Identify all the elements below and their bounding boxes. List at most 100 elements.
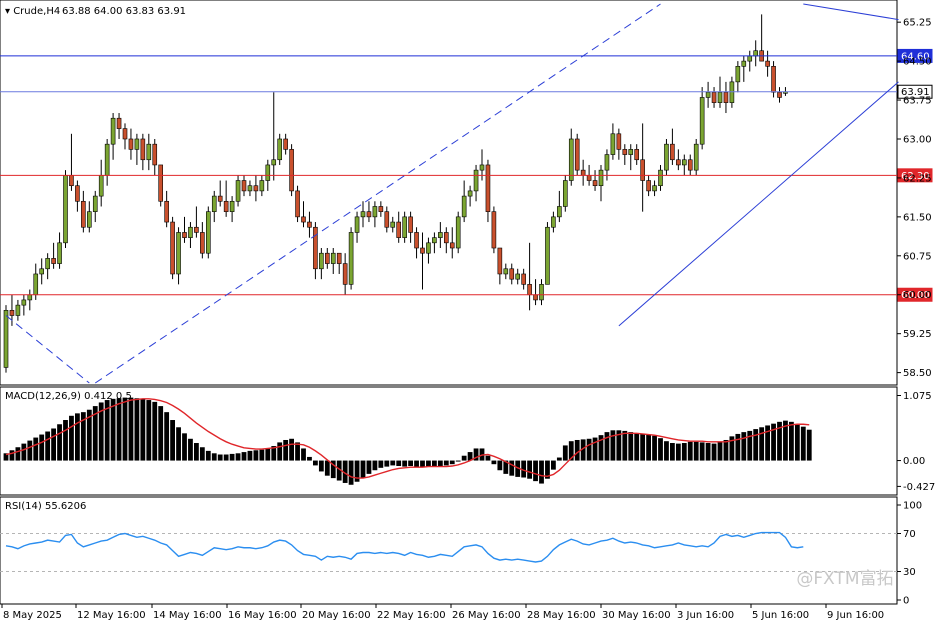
candle-body bbox=[45, 258, 50, 270]
candle-body bbox=[57, 242, 62, 264]
candle-body bbox=[455, 216, 461, 249]
candle-body bbox=[253, 185, 259, 192]
macd-tick-label: 0.00 bbox=[903, 456, 925, 467]
macd-bar bbox=[283, 439, 289, 461]
macd-bar bbox=[800, 426, 806, 461]
macd-bar bbox=[640, 433, 646, 461]
macd-bar bbox=[681, 443, 687, 461]
macd-bar bbox=[9, 450, 15, 461]
macd-bar bbox=[217, 454, 223, 461]
price-tick-label: 61.50 bbox=[903, 212, 932, 223]
candle-body bbox=[735, 66, 741, 83]
macd-bar bbox=[170, 420, 175, 461]
macd-tick-label: 1.075 bbox=[903, 391, 932, 402]
macd-bar bbox=[491, 460, 497, 465]
macd-bar bbox=[140, 398, 146, 461]
candle-body bbox=[616, 133, 622, 150]
macd-bar bbox=[295, 442, 300, 461]
macd-bar bbox=[497, 460, 503, 471]
candle-body bbox=[729, 81, 735, 103]
candle-body bbox=[372, 206, 378, 218]
price-tick-label: 59.25 bbox=[903, 329, 932, 340]
macd-bar bbox=[735, 433, 741, 461]
price-tick-label: 65.25 bbox=[903, 18, 932, 29]
macd-bar bbox=[426, 460, 431, 467]
chart-title-text: Crude,H4 bbox=[13, 6, 60, 17]
macd-bar bbox=[432, 460, 437, 467]
macd-tick-label: -0.427 bbox=[903, 482, 935, 493]
candle-body bbox=[9, 310, 15, 316]
candle-body bbox=[271, 159, 277, 166]
candle-body bbox=[443, 232, 449, 244]
rsi-tick-label: 30 bbox=[903, 567, 916, 578]
candle-body bbox=[777, 91, 782, 98]
candle-body bbox=[557, 206, 562, 218]
macd-bar bbox=[15, 447, 21, 461]
macd-bar bbox=[390, 460, 396, 466]
candle-body bbox=[140, 138, 146, 161]
candle-body bbox=[170, 221, 175, 275]
price-tick-label: 60.00 bbox=[903, 290, 932, 301]
macd-bar bbox=[551, 460, 556, 470]
macd-bar bbox=[372, 460, 378, 471]
candle-body bbox=[104, 143, 110, 176]
candle-body bbox=[122, 128, 128, 140]
candle-body bbox=[664, 143, 669, 171]
macd-bar bbox=[699, 442, 705, 461]
candle-body bbox=[235, 180, 241, 202]
candle-body bbox=[414, 232, 419, 249]
macd-bar bbox=[158, 406, 164, 461]
macd-bar bbox=[122, 397, 128, 461]
candle-body bbox=[211, 195, 217, 212]
candle-body bbox=[360, 211, 366, 218]
macd-bar bbox=[628, 432, 634, 461]
candle-body bbox=[634, 149, 640, 161]
candle-body bbox=[467, 190, 473, 197]
candle-body bbox=[182, 232, 187, 238]
candle-body bbox=[336, 252, 342, 264]
candle-body bbox=[27, 294, 33, 301]
macd-bar bbox=[318, 460, 324, 472]
candle-body bbox=[592, 180, 598, 187]
macd-bar bbox=[301, 448, 306, 461]
candle-body bbox=[586, 175, 592, 181]
candle-body bbox=[717, 91, 723, 103]
candle-body bbox=[3, 310, 9, 368]
candle-body bbox=[87, 211, 92, 228]
candle-body bbox=[116, 117, 122, 129]
time-tick-label: 16 May 16:00 bbox=[228, 610, 297, 621]
macd-bar bbox=[247, 450, 253, 461]
macd-bar bbox=[562, 445, 568, 461]
candle-body bbox=[699, 97, 705, 145]
macd-bar bbox=[670, 443, 675, 461]
macd-bar bbox=[69, 415, 74, 461]
macd-bar bbox=[360, 460, 366, 478]
time-tick-label: 5 Jun 16:00 bbox=[752, 610, 809, 621]
candle-body bbox=[223, 200, 229, 212]
candle-body bbox=[194, 226, 199, 233]
candle-body bbox=[247, 185, 253, 192]
candle-body bbox=[670, 143, 675, 161]
macd-bar bbox=[27, 440, 33, 461]
candle-body bbox=[420, 247, 425, 254]
time-tick-label: 8 May 2025 bbox=[3, 610, 62, 621]
macd-bar bbox=[253, 450, 259, 461]
candle-body bbox=[705, 91, 711, 98]
candle-body bbox=[402, 216, 407, 238]
macd-bar bbox=[75, 413, 80, 461]
macd-bar bbox=[176, 427, 181, 461]
macd-bar bbox=[443, 460, 449, 466]
macd-title: MACD(12,26,9) 0.412 0.5 bbox=[5, 391, 132, 402]
candle-body bbox=[628, 149, 634, 155]
macd-bar bbox=[420, 460, 425, 468]
candle-body bbox=[307, 221, 312, 228]
time-tick-label: 28 May 16:00 bbox=[527, 610, 596, 621]
candle-body bbox=[92, 195, 98, 212]
candle-body bbox=[313, 226, 318, 270]
candle-body bbox=[259, 180, 265, 192]
candle-body bbox=[479, 164, 485, 171]
macd-bar bbox=[134, 398, 140, 461]
macd-bar bbox=[223, 454, 229, 461]
candle-body bbox=[384, 211, 390, 228]
symbol-marker: ▾ bbox=[5, 6, 13, 17]
